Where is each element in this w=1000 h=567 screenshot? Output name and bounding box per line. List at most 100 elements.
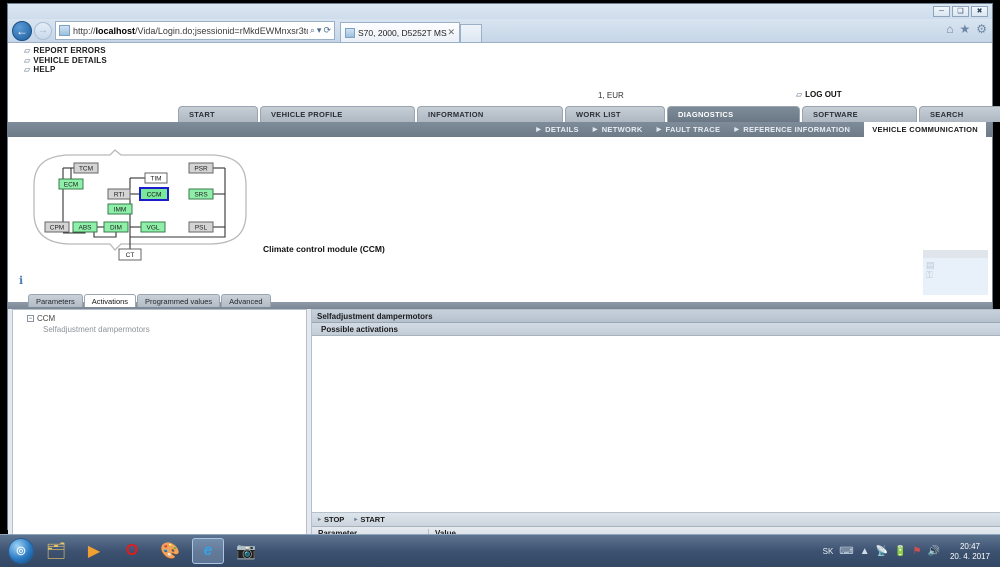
back-button[interactable]: ← [12,20,32,41]
start-button[interactable]: ▸ START [354,515,384,524]
browser-tab-strip: S70, 2000, D5252T MSA 15... ✕ [340,19,482,42]
tree-node-ccm[interactable]: − CCM [13,310,306,324]
link-vehicle-details[interactable]: ▱ VEHICLE DETAILS [24,56,107,66]
subtab-advanced[interactable]: Advanced [221,294,271,307]
subnav-vehicle-communication[interactable]: VEHICLE COMMUNICATION [864,122,986,137]
action-center-icon[interactable]: ⚑ [913,546,922,557]
new-tab-button[interactable] [460,24,482,42]
close-button[interactable]: ✖ [971,6,988,17]
currency-label: 1, EUR [598,91,624,100]
subnav-reference-information[interactable]: ▶ REFERENCE INFORMATION [734,125,850,134]
tab-vehicle-profile[interactable]: VEHICLE PROFILE [260,106,415,122]
key-icon[interactable]: ⚿ [926,270,988,280]
show-hidden-icon[interactable]: ▲ [860,546,870,557]
browser-titlebar: ─ ❑ ✖ [8,4,992,19]
browser-tab-label: S70, 2000, D5252T MSA 15... [358,27,447,38]
restore-button[interactable]: ❑ [952,6,969,17]
module-icon[interactable]: ▤ [926,260,988,270]
desktop: ─ ❑ ✖ ← → http://localhost/Vida/Login.do… [0,0,1000,567]
close-tab-icon[interactable]: ✕ [447,27,455,38]
taskbar-item-camera[interactable]: 📷 [230,538,262,564]
browser-address-bar: ← → http://localhost/Vida/Login.do;jsess… [8,19,992,42]
tab-start[interactable]: START [178,106,258,122]
url-host: localhost [95,25,136,36]
svg-text:ABS: ABS [78,225,92,232]
taskbar: ⊚ 🗂 ▶ O 🎨 e 📷 SK ⌨ ▲ 📡 🔋 ⚑ 🔊 20:47 20. 4… [0,534,1000,567]
tab-work-list[interactable]: WORK LIST [565,106,665,122]
svg-text:SRS: SRS [194,192,208,199]
taskbar-item-internet-explorer[interactable]: e [192,538,224,564]
tree-child-label: Selfadjustment dampermotors [43,325,150,334]
module-title: Climate control module (CCM) [263,244,385,254]
link-report-errors[interactable]: ▱ REPORT ERRORS [24,46,107,56]
svg-text:DIM: DIM [110,225,122,232]
logout-button[interactable]: ▱ LOG OUT [796,90,842,99]
battery-icon[interactable]: 🔋 [894,546,906,557]
chevron-down-icon[interactable]: ▾ [317,25,322,36]
taskbar-item-opera[interactable]: O [116,538,148,564]
home-icon[interactable]: ⌂ [946,22,953,36]
tool-panel-icons: ▤ ⚿ [923,258,988,280]
taskbar-item-paint[interactable]: 🎨 [154,538,186,564]
activation-action-bar: ▸ STOP ▸ START [312,513,1000,527]
vehicle-network-diagram-panel: TCM ECM TIM RTI CCM IMM CPM ABS DIM VGL … [8,137,992,295]
work-area: − CCM Selfadjustment dampermotors Selfadj… [8,309,1000,567]
start-button[interactable]: ⊚ [8,538,34,564]
keyboard-icon[interactable]: ⌨ [839,546,853,557]
tab-search[interactable]: SEARCH [919,106,1000,122]
svg-text:CCM: CCM [147,192,162,199]
url-input[interactable]: http://localhost/Vida/Login.do;jsessioni… [55,21,335,40]
svg-text:ECM: ECM [64,182,78,189]
subtab-programmed-values[interactable]: Programmed values [137,294,221,307]
url-path: /Vida/Login.do;jsessionid=rMkdEWMnxsr3tq… [135,25,308,36]
browser-window: ─ ❑ ✖ ← → http://localhost/Vida/Login.do… [7,3,1000,567]
refresh-icon[interactable]: ⟳ [323,25,331,36]
tree-node-selfadjustment-dampermotors[interactable]: Selfadjustment dampermotors [13,324,306,335]
tool-panel-header [923,250,988,258]
clock-date: 20. 4. 2017 [949,551,990,561]
vehicle-network-diagram[interactable]: TCM ECM TIM RTI CCM IMM CPM ABS DIM VGL … [22,145,257,265]
possible-activations-list[interactable] [312,336,1000,513]
subnav-details[interactable]: ▶ DETAILS [536,125,579,134]
volume-icon[interactable]: 🔊 [928,546,940,557]
url-prefix: http:// [73,25,96,36]
browser-toolbar-icons: ⌂ ★ ⚙ [946,22,987,36]
detail-pane-title: Selfadjustment dampermotors [312,310,1000,323]
language-indicator[interactable]: SK [823,547,834,556]
svg-text:CPM: CPM [50,225,64,232]
network-icon[interactable]: 📡 [876,546,888,557]
window-controls[interactable]: ─ ❑ ✖ [933,6,988,17]
site-favicon-icon [59,25,70,36]
diagram-tool-panel[interactable]: ▤ ⚿ [923,250,988,295]
taskbar-item-media-player[interactable]: ▶ [78,538,110,564]
subnav-network[interactable]: ▶ NETWORK [593,125,643,134]
svg-text:RTI: RTI [114,192,125,199]
system-tray: SK ⌨ ▲ 📡 🔋 ⚑ 🔊 20:47 20. 4. 2017 [823,535,1000,567]
subnav-fault-trace[interactable]: ▶ FAULT TRACE [657,125,721,134]
search-icon[interactable]: ⌕ [310,25,315,36]
subtab-activations[interactable]: Activations [83,294,137,307]
svg-text:PSR: PSR [194,166,208,173]
secondary-nav-bar: ▶ DETAILS ▶ NETWORK ▶ FAULT TRACE ▶ REFERENC… [8,122,992,137]
clock[interactable]: 20:47 20. 4. 2017 [950,542,994,562]
tab-software[interactable]: SOFTWARE [802,106,917,122]
forward-button[interactable]: → [34,21,52,40]
taskbar-item-explorer[interactable]: 🗂 [40,538,72,564]
tree-expander-icon[interactable]: − [27,315,34,323]
favorites-icon[interactable]: ★ [959,22,970,36]
primary-nav-tabs: START VEHICLE PROFILE INFORMATION WORK L… [178,106,1000,122]
stop-button[interactable]: ▸ STOP [318,515,344,524]
utility-links: ▱ REPORT ERRORS ▱ VEHICLE DETAILS ▱ HELP [24,46,107,75]
info-icon[interactable]: ℹ [19,274,30,287]
svg-text:TCM: TCM [79,166,93,173]
activation-tree-pane[interactable]: − CCM Selfadjustment dampermotors [12,309,307,558]
minimize-button[interactable]: ─ [933,6,950,17]
svg-text:IMM: IMM [114,207,127,214]
subtab-parameters[interactable]: Parameters [28,294,83,307]
tab-information[interactable]: INFORMATION [417,106,563,122]
browser-tab-vida[interactable]: S70, 2000, D5252T MSA 15... ✕ [340,22,460,42]
tab-favicon-icon [345,27,355,38]
tab-diagnostics[interactable]: DIAGNOSTICS [667,106,800,122]
settings-icon[interactable]: ⚙ [976,22,987,36]
link-help[interactable]: ▱ HELP [24,65,107,75]
